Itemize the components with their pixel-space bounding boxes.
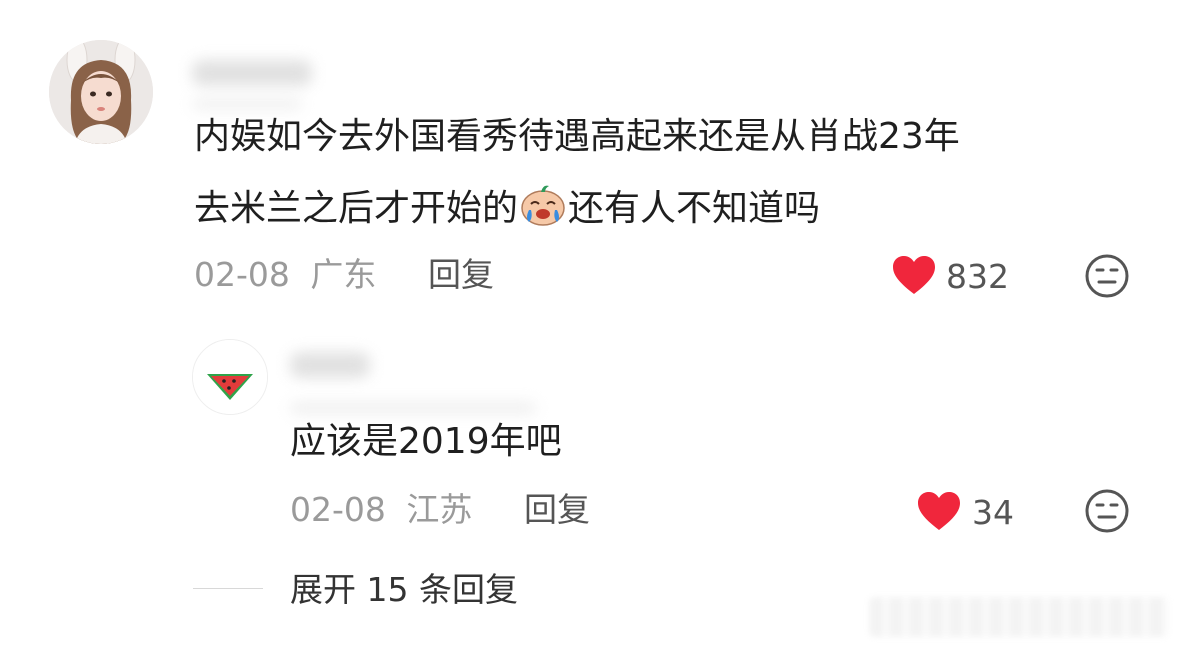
comment-text-line2: 去米兰之后才开始的 还有人不知道吗 [194,182,820,234]
reply-date: 02-08 [290,490,386,529]
comment-text-after-emoji: 还有人不知道吗 [568,188,821,229]
heart-icon [893,256,935,294]
watermark [869,597,1169,637]
meh-face-icon [1085,489,1129,533]
comment-like-button[interactable] [891,254,937,296]
reply-reply-button[interactable]: 回复 [524,490,590,530]
blurred-username-shadow [192,98,302,110]
comment-dislike-button[interactable] [1084,253,1130,299]
reply-text: 应该是2019年吧 [290,421,562,462]
meh-face-icon [1085,254,1129,298]
reply-meta: 02-08 江苏 [290,490,472,530]
blurred-username[interactable] [192,60,312,86]
comment-text-line1: 内娱如今去外国看秀待遇高起来还是从肖战23年 [194,116,960,157]
user-avatar[interactable] [49,40,153,144]
comment-like-count: 832 [946,257,1009,296]
heart-icon [918,492,960,530]
expand-divider [193,588,263,589]
comment-date: 02-08 [194,255,290,294]
comment-meta: 02-08 广东 [194,255,376,295]
reply-user-avatar[interactable] [192,339,268,415]
comment-text-before-emoji: 去米兰之后才开始的 [194,188,519,229]
reply-dislike-button[interactable] [1084,488,1130,534]
reply-like-count: 34 [972,493,1014,532]
watermelon-icon [193,340,267,414]
comment-location: 广东 [310,255,377,294]
reply-like-button[interactable] [916,490,962,532]
expand-replies-button[interactable]: 展开 15 条回复 [290,570,518,610]
user-avatar-photo-icon [49,40,153,144]
reply-blurred-username-shadow [290,402,536,414]
reply-blurred-username[interactable] [290,352,370,378]
reply-location: 江苏 [406,490,473,529]
crying-face-emoji-icon [519,182,567,226]
comment-reply-button[interactable]: 回复 [428,255,494,295]
